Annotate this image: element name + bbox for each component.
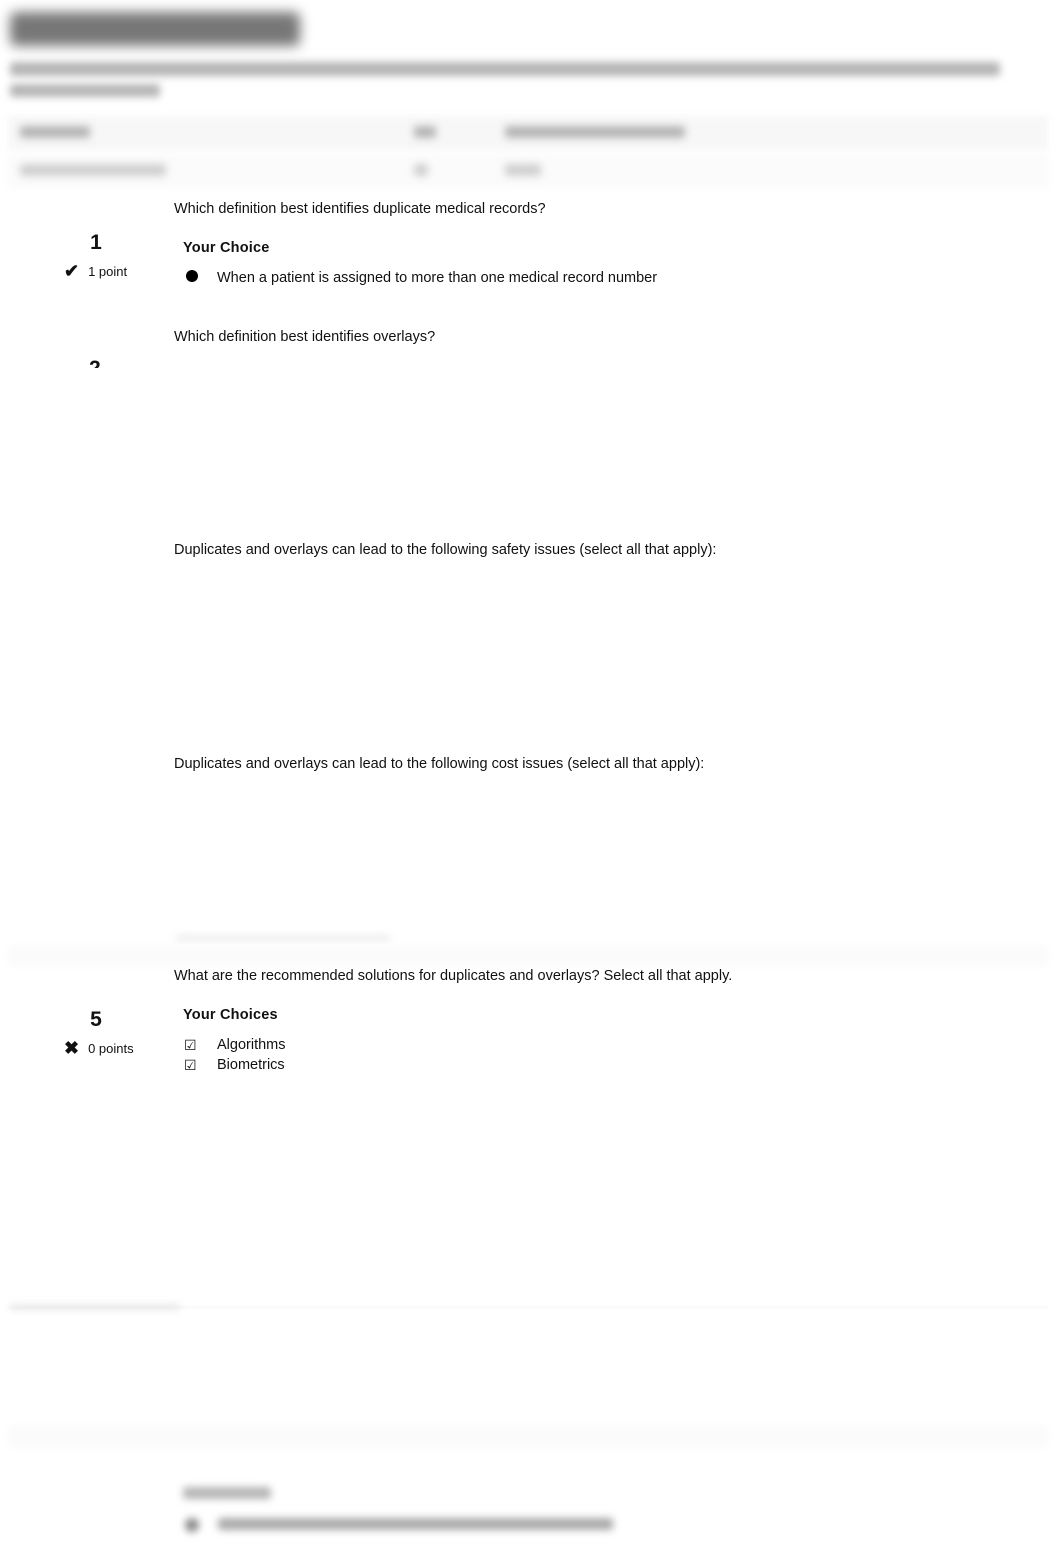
question-text: What are the recommended solutions for d…: [174, 968, 733, 984]
site-title: [10, 12, 300, 46]
obscured-radio-icon: [185, 1518, 199, 1532]
question-text: Which definition best identifies overlay…: [174, 329, 436, 345]
question-score: ✔ 1 point: [64, 262, 127, 280]
checkmark-icon: ✔: [64, 261, 80, 281]
obscured-choice: [218, 1518, 613, 1530]
table-header-cell: [414, 126, 436, 138]
question-text: Duplicates and overlays can lead to the …: [174, 542, 717, 558]
score-label: 0 points: [88, 1040, 134, 1056]
choice-label: Algorithms: [217, 1037, 286, 1053]
question-text: Duplicates and overlays can lead to the …: [174, 756, 705, 772]
choice-item: When a patient is assigned to more than …: [184, 270, 657, 286]
radio-selected-icon: [186, 270, 198, 282]
obscured-text: [176, 936, 391, 940]
table-header-cell: [505, 126, 685, 138]
question-number: 1: [90, 231, 102, 254]
checkbox-checked-icon: ☑: [184, 1057, 197, 1073]
table-header-cell: [20, 126, 90, 138]
choice-label: When a patient is assigned to more than …: [217, 270, 658, 286]
question-number: 2: [89, 358, 109, 368]
separator: [8, 946, 1048, 966]
obscured-choice-heading: [183, 1487, 271, 1499]
table-cell: [505, 164, 541, 176]
choice-item: ☑ Biometrics: [184, 1057, 285, 1073]
choice-heading: Your Choices: [183, 1007, 278, 1023]
x-icon: ✖: [64, 1038, 80, 1058]
question-number: 5: [90, 1008, 102, 1031]
checkbox-checked-icon: ☑: [184, 1037, 197, 1053]
choice-heading: Your Choice: [183, 240, 270, 256]
table-cell: [414, 164, 428, 176]
question-score: ✖ 0 points: [64, 1039, 134, 1057]
table-cell: [20, 164, 166, 176]
choice-item: ☑ Algorithms: [184, 1037, 286, 1053]
question-text: Which definition best identifies duplica…: [174, 201, 546, 217]
choice-label: Biometrics: [217, 1057, 285, 1073]
score-label: 1 point: [88, 263, 128, 279]
